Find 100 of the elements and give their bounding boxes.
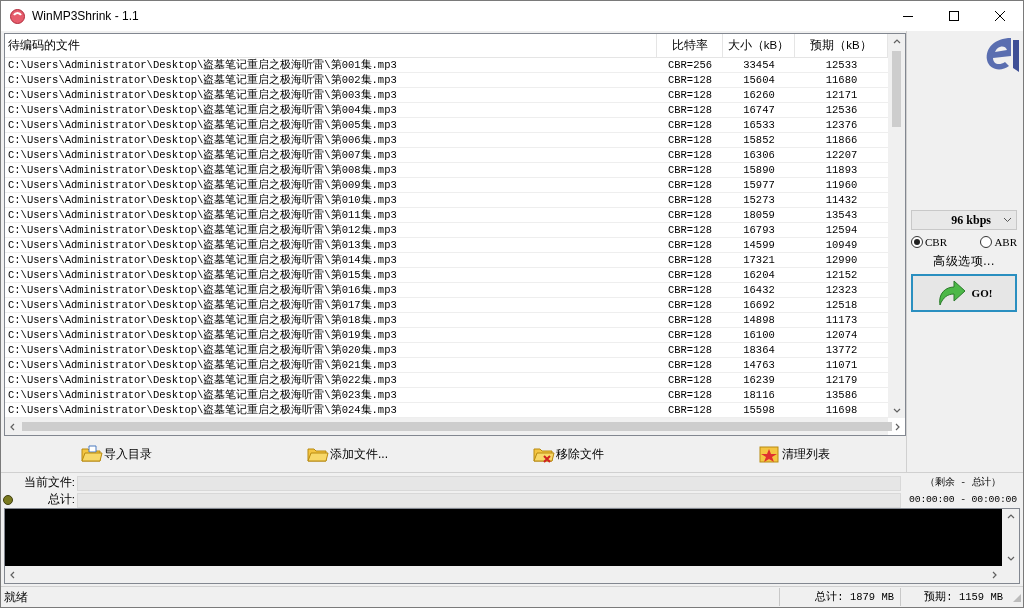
- file-path-cell-text: C:\Users\Administrator\Desktop\盗墓笔记重启之极海听雷\第010集.mp3: [7, 193, 398, 207]
- file-path-cell-text: C:\Users\Administrator\Desktop\盗墓笔记重启之极海听雷\第017集.mp3: [7, 298, 398, 312]
- scrollbar-thumb[interactable]: [22, 422, 892, 432]
- size-cell-text: 15598: [742, 403, 776, 417]
- bitrate-cell-text: CBR=128: [666, 88, 714, 102]
- close-icon: [995, 11, 1005, 21]
- expected-size-cell-text: 11866: [824, 133, 859, 147]
- dropdown-caret-icon: [1003, 217, 1012, 223]
- toolbar-button[interactable]: 移除文件: [531, 442, 606, 467]
- expected-size-cell-text: 12533: [824, 58, 859, 72]
- toolbar-button[interactable]: 导入目录: [79, 442, 154, 467]
- size-cell-text: 14599: [742, 238, 776, 252]
- vertical-scrollbar[interactable]: [888, 34, 905, 419]
- bitrate-dropdown[interactable]: 96 kbps: [911, 210, 1017, 230]
- file-path-cell-text: C:\Users\Administrator\Desktop\盗墓笔记重启之极海听雷\第021集.mp3: [7, 358, 398, 372]
- expected-size-cell-text: 12536: [824, 103, 859, 117]
- size-cell-text: 15273: [742, 193, 776, 207]
- status-text: 就绪: [3, 588, 29, 606]
- expected-size-cell-text: 12376: [824, 118, 859, 132]
- expected-size-cell-text: 11173: [824, 313, 859, 327]
- expected-size-cell-text: 12171: [824, 88, 859, 102]
- size-cell-text: 18364: [742, 343, 776, 357]
- toolbar-button[interactable]: 添加文件...: [305, 442, 390, 467]
- expected-size-cell-text: 12207: [824, 148, 859, 162]
- file-path-cell-text: C:\Users\Administrator\Desktop\盗墓笔记重启之极海听雷\第002集.mp3: [7, 73, 398, 87]
- size-cell-text: 15604: [742, 73, 776, 87]
- file-path-cell-text: C:\Users\Administrator\Desktop\盗墓笔记重启之极海听雷\第019集.mp3: [7, 328, 398, 342]
- size-cell-text: 14898: [742, 313, 776, 327]
- go-button[interactable]: GO!: [911, 274, 1017, 312]
- size-cell-text: 17321: [742, 253, 776, 267]
- size-cell-text: 33454: [742, 58, 776, 72]
- expected-size-cell-text: 11680: [824, 73, 859, 87]
- bitrate-cell-text: CBR=128: [666, 328, 714, 342]
- advanced-options-button[interactable]: 高级选项...: [911, 253, 1017, 270]
- expected-size-cell-text: 12152: [824, 268, 859, 282]
- bitrate-cell-text: CBR=128: [666, 268, 714, 282]
- file-path-cell-text: C:\Users\Administrator\Desktop\盗墓笔记重启之极海听雷\第008集.mp3: [7, 163, 398, 177]
- mode-radio-button[interactable]: ABR: [980, 236, 1017, 248]
- expected-size-cell-text: 11960: [824, 178, 859, 192]
- size-cell-text: 16432: [742, 283, 776, 297]
- expected-size-cell-text: 12518: [824, 298, 859, 312]
- maximize-icon: [949, 11, 959, 21]
- file-path-cell-text: C:\Users\Administrator\Desktop\盗墓笔记重启之极海听雷\第009集.mp3: [7, 178, 398, 192]
- file-path-cell-text: C:\Users\Administrator\Desktop\盗墓笔记重启之极海听雷\第012集.mp3: [7, 223, 398, 237]
- star-list-icon: [759, 444, 781, 465]
- bitrate-cell-text: CBR=128: [666, 208, 714, 222]
- size-cell-text: 16747: [742, 103, 776, 117]
- bitrate-cell-text: CBR=128: [666, 118, 714, 132]
- bitrate-cell-text: CBR=128: [666, 163, 714, 177]
- file-path-cell-text: C:\Users\Administrator\Desktop\盗墓笔记重启之极海听雷\第006集.mp3: [7, 133, 398, 147]
- radio-icon[interactable]: [911, 236, 923, 248]
- toolbar-button[interactable]: 清理列表: [757, 442, 832, 467]
- file-path-cell-text: C:\Users\Administrator\Desktop\盗墓笔记重启之极海听雷\第014集.mp3: [7, 253, 398, 267]
- bitrate-cell-text: CBR=128: [666, 178, 714, 192]
- expected-size-cell-text: 10949: [824, 238, 859, 252]
- bitrate-cell-text: CBR=128: [666, 148, 714, 162]
- file-path-cell-text: C:\Users\Administrator\Desktop\盗墓笔记重启之极海听雷\第011集.mp3: [7, 208, 398, 222]
- size-cell-text: 18059: [742, 208, 776, 222]
- bitrate-cell-text: CBR=128: [666, 373, 714, 387]
- scrollbar-thumb[interactable]: [892, 51, 901, 127]
- expected-size-text: 预期: 1159 MB: [900, 588, 1009, 607]
- expected-size-cell-text: 12179: [824, 373, 859, 387]
- bitrate-cell-text: CBR=128: [666, 253, 714, 267]
- column-header[interactable]: 待编码的文件: [5, 34, 657, 57]
- file-path-cell-text: C:\Users\Administrator\Desktop\盗墓笔记重启之极海听雷\第018集.mp3: [7, 313, 398, 327]
- expected-size-cell-text: 13586: [824, 388, 859, 402]
- file-path-cell-text: C:\Users\Administrator\Desktop\盗墓笔记重启之极海听雷\第003集.mp3: [7, 88, 398, 102]
- size-cell-text: 16692: [742, 298, 776, 312]
- current-file-label: 当前文件:: [22, 475, 75, 490]
- expected-size-cell-text: 12990: [824, 253, 859, 267]
- bitrate-cell-text: CBR=128: [666, 103, 714, 117]
- column-header[interactable]: 大小（kB）: [723, 34, 795, 57]
- total-label: 总计:: [46, 492, 75, 507]
- time-readout: 00:00:00 - 00:00:00: [908, 493, 1018, 507]
- file-path-cell-text: C:\Users\Administrator\Desktop\盗墓笔记重启之极海听雷\第004集.mp3: [7, 103, 398, 117]
- bitrate-cell-text: CBR=128: [666, 238, 714, 252]
- bitrate-value: 96 kbps: [951, 212, 991, 228]
- bitrate-cell-text: CBR=128: [666, 73, 714, 87]
- radio-icon[interactable]: [980, 236, 993, 248]
- bitrate-cell-text: CBR=256: [666, 58, 714, 72]
- file-path-cell-text: C:\Users\Administrator\Desktop\盗墓笔记重启之极海听雷\第001集.mp3: [7, 58, 398, 72]
- expected-size-cell-text: 13543: [824, 208, 859, 222]
- mode-radio-button[interactable]: CBR: [911, 236, 947, 248]
- size-cell-text: 16793: [742, 223, 776, 237]
- time-header: （剩余 - 总计）: [924, 475, 1002, 490]
- bitrate-cell-text: CBR=128: [666, 313, 714, 327]
- column-header[interactable]: 比特率: [657, 34, 723, 57]
- file-path-cell-text: C:\Users\Administrator\Desktop\盗墓笔记重启之极海听雷\第023集.mp3: [7, 388, 398, 402]
- size-cell-text: 15977: [742, 178, 776, 192]
- folder-icon: [81, 444, 103, 465]
- bitrate-cell-text: CBR=128: [666, 403, 714, 417]
- bitrate-cell-text: CBR=128: [666, 133, 714, 147]
- bitrate-cell-text: CBR=128: [666, 298, 714, 312]
- file-path-cell-text: C:\Users\Administrator\Desktop\盗墓笔记重启之极海听雷\第007集.mp3: [7, 148, 398, 162]
- size-cell-text: 18116: [742, 388, 776, 402]
- expected-size-cell-text: 13772: [824, 343, 859, 357]
- size-cell-text: 16306: [742, 148, 776, 162]
- file-path-cell-text: C:\Users\Administrator\Desktop\盗墓笔记重启之极海听雷\第015集.mp3: [7, 268, 398, 282]
- expected-size-cell-text: 12323: [824, 283, 859, 297]
- file-path-cell-text: C:\Users\Administrator\Desktop\盗墓笔记重启之极海听雷\第013集.mp3: [7, 238, 398, 252]
